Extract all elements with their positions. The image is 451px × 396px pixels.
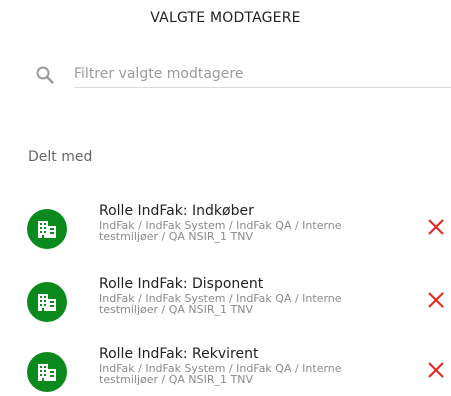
search-icon: [36, 66, 54, 84]
recipient-path: IndFak / IndFak System / IndFak QA / Int…: [99, 219, 342, 243]
section-label: Delt med: [28, 149, 93, 165]
recipient-name: Rolle IndFak: Disponent: [99, 276, 264, 292]
remove-recipient-button[interactable]: [426, 290, 446, 310]
recipient-name: Rolle IndFak: Rekvirent: [99, 346, 259, 362]
recipient-avatar: [27, 352, 67, 392]
recipient-avatar: [27, 209, 67, 249]
remove-recipient-button[interactable]: [426, 360, 446, 380]
recipient-name: Rolle IndFak: Indkøber: [99, 203, 254, 219]
recipient-avatar: [27, 282, 67, 322]
close-icon: [428, 362, 444, 378]
recipient-item: Rolle IndFak: Disponent IndFak / IndFak …: [27, 276, 451, 322]
recipient-path: IndFak / IndFak System / IndFak QA / Int…: [99, 292, 342, 316]
close-icon: [428, 292, 444, 308]
recipient-path: IndFak / IndFak System / IndFak QA / Int…: [99, 362, 342, 386]
close-icon: [428, 219, 444, 235]
building-icon: [38, 294, 56, 311]
panel-title: VALGTE MODTAGERE: [150, 10, 301, 26]
building-icon: [38, 364, 56, 381]
filter-row: [36, 62, 451, 90]
recipient-item: Rolle IndFak: Rekvirent IndFak / IndFak …: [27, 346, 451, 392]
remove-recipient-button[interactable]: [426, 217, 446, 237]
recipient-item: Rolle IndFak: Indkøber IndFak / IndFak S…: [27, 203, 451, 249]
filter-recipients-input[interactable]: [74, 62, 451, 88]
building-icon: [38, 221, 56, 238]
